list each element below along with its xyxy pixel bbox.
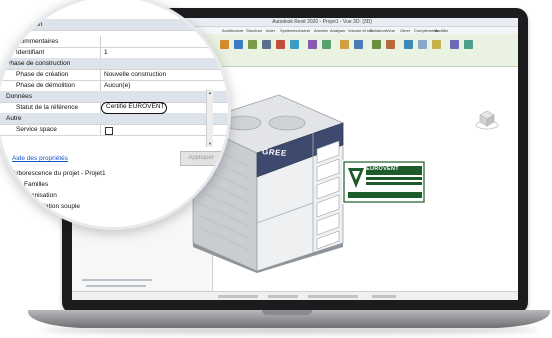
property-value[interactable]: Aucun(e): [104, 80, 130, 91]
ribbon-tab[interactable]: Vue: [388, 28, 395, 33]
status-bar: [72, 291, 518, 300]
property-label: Phase de démolition: [16, 82, 75, 89]
property-value[interactable]: 1: [104, 47, 108, 58]
property-divider: [100, 69, 101, 80]
property-value[interactable]: Nouvelle construction: [104, 69, 166, 80]
property-label: Commentaires: [16, 38, 59, 45]
ribbon-tab[interactable]: Acier: [266, 28, 275, 33]
ribbon-tab[interactable]: Analyser: [330, 28, 346, 33]
properties-help-link[interactable]: Aide des propriétés: [12, 155, 68, 162]
status-segment: [268, 295, 298, 298]
status-segment: [372, 295, 396, 298]
ribbon-tool-icon[interactable]: [432, 40, 441, 49]
ribbon-tool-icon[interactable]: [450, 40, 459, 49]
ribbon-tab[interactable]: Insérer: [298, 28, 310, 33]
property-label: Phase de création: [16, 71, 69, 78]
reference-status-value[interactable]: Certifié EUROVENT: [106, 102, 165, 112]
ribbon-tab[interactable]: Collaborer: [370, 28, 388, 33]
apply-button[interactable]: Appliquer: [180, 151, 222, 166]
property-label: Service space: [16, 126, 57, 133]
property-group-header[interactable]: Identification: [0, 19, 228, 31]
ribbon-tool-icon[interactable]: [308, 40, 317, 49]
property-group-label: Données: [6, 93, 33, 100]
ribbon-tool-icon[interactable]: [386, 40, 395, 49]
status-segment: [218, 295, 258, 298]
properties-scrollbar[interactable]: ▲ ▼: [206, 89, 213, 147]
ribbon-tool-icon[interactable]: [262, 40, 271, 49]
window-title: Autodesk Revit 2020 - Projet1 - Vue 3D: …: [272, 19, 372, 25]
property-divider: [100, 47, 101, 58]
scroll-up-icon[interactable]: ▲: [208, 90, 212, 95]
property-divider: [100, 124, 101, 135]
ribbon-tool-icon[interactable]: [290, 40, 299, 49]
ribbon-tool-icon[interactable]: [340, 40, 349, 49]
ribbon-tool-icon[interactable]: [322, 40, 331, 49]
ribbon-tool-icon[interactable]: [234, 40, 243, 49]
ribbon-tab[interactable]: Annoter: [314, 28, 328, 33]
badge-title: EUROVENT: [366, 166, 399, 172]
property-group-label: Identification: [6, 21, 43, 28]
property-label: Statut de la référence: [16, 104, 79, 111]
property-group-label: Autre: [6, 115, 22, 122]
ribbon-tool-icon[interactable]: [418, 40, 427, 49]
ribbon-tab[interactable]: Structure: [246, 28, 262, 33]
property-divider: [100, 36, 101, 47]
ribbon-tool-icon[interactable]: [276, 40, 285, 49]
browser-item-installation[interactable]: Installation souple: [28, 203, 80, 210]
tree-item[interactable]: [82, 279, 152, 281]
property-divider: [100, 80, 101, 91]
ribbon-tab[interactable]: Gérer: [400, 28, 410, 33]
property-group-label: Phase de construction: [6, 60, 71, 67]
browser-item-organisation[interactable]: Organisation: [20, 192, 57, 199]
laptop-notch: [262, 310, 312, 315]
tree-item[interactable]: [86, 285, 146, 287]
property-label: Identifiant: [16, 49, 45, 56]
browser-item-families[interactable]: Familles: [24, 181, 48, 188]
status-segment: [308, 295, 358, 298]
unit-brand-logo: GREE: [262, 147, 287, 158]
property-row: Service space: [0, 124, 228, 136]
scroll-down-icon[interactable]: ▼: [208, 141, 212, 146]
ribbon-tool-icon[interactable]: [404, 40, 413, 49]
ribbon-tool-icon[interactable]: [372, 40, 381, 49]
ribbon-tool-icon[interactable]: [354, 40, 363, 49]
service-space-checkbox[interactable]: [105, 127, 113, 135]
project-browser-title: Arborescence du projet - Projet1: [12, 170, 106, 177]
badge-subtitle: CERTIFIED PERFORMANCE: [366, 177, 407, 180]
ribbon-tool-icon[interactable]: [464, 40, 473, 49]
ribbon-tool-icon[interactable]: [248, 40, 257, 49]
viewcube-icon[interactable]: [474, 106, 500, 132]
magnifier-lens: Identification Commentaires Identifiant 1 Ph…: [0, 0, 231, 230]
ribbon-tab[interactable]: Modifier: [434, 28, 448, 33]
ribbon-tab[interactable]: Systèmes: [280, 28, 298, 33]
